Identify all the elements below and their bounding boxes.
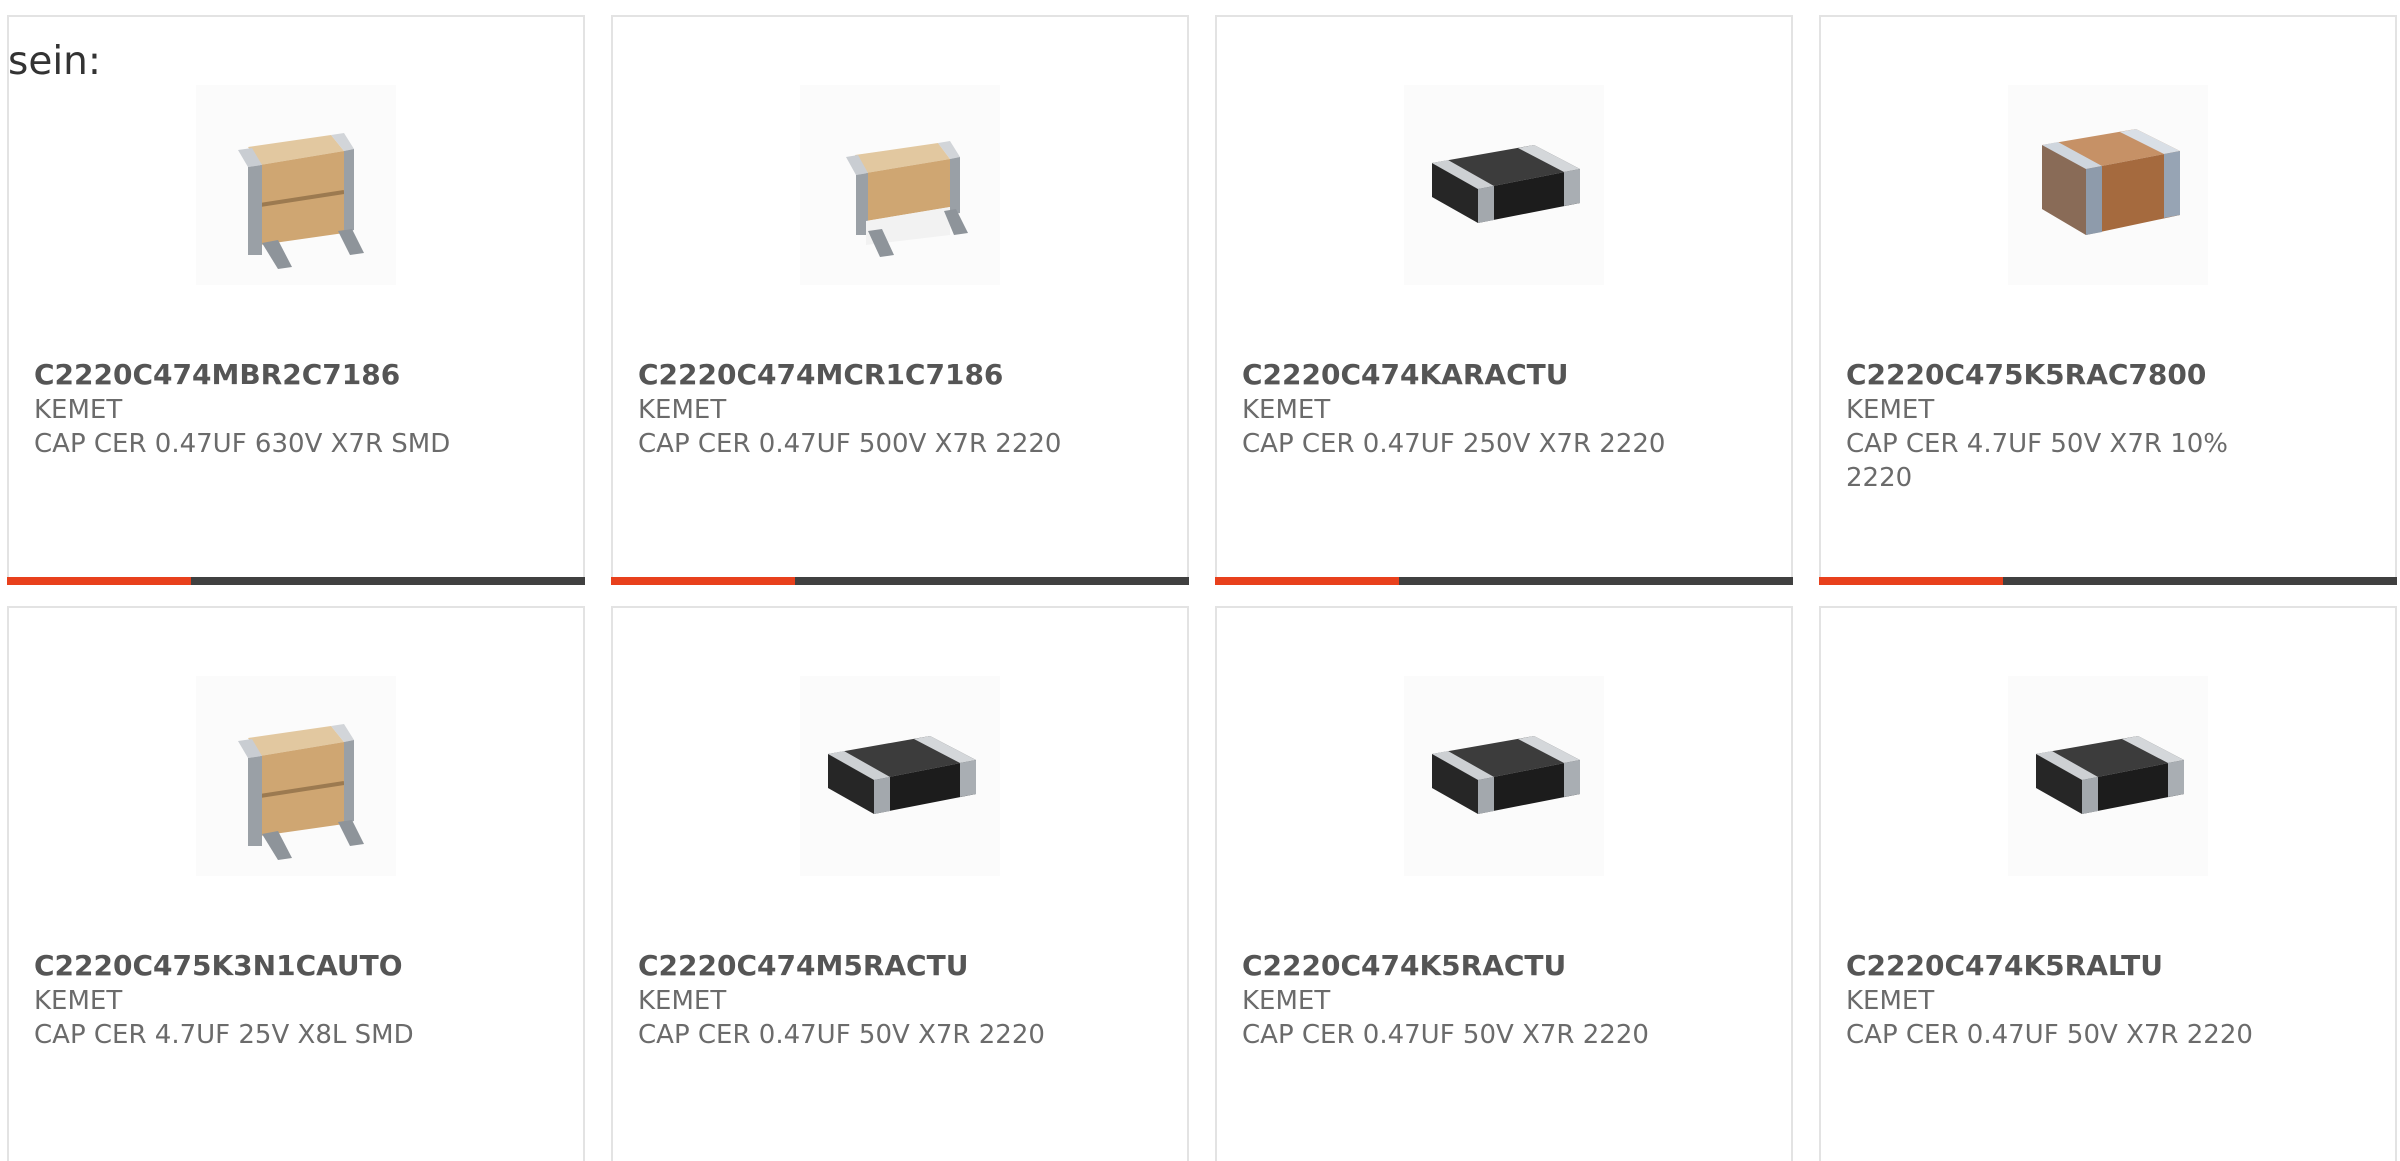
- product-manufacturer: KEMET: [1846, 986, 1935, 1016]
- product-info: C2220C474MCR1C7186 KEMET CAP CER 0.47UF …: [638, 357, 1138, 461]
- product-image[interactable]: [1404, 676, 1604, 876]
- product-part-number[interactable]: C2220C475K3N1CAUTO: [34, 948, 534, 984]
- product-part-number[interactable]: C2220C475K5RAC7800: [1846, 357, 2346, 393]
- product-manufacturer: KEMET: [34, 395, 123, 425]
- stacked-capacitor-icon: [238, 133, 364, 269]
- product-image[interactable]: [196, 676, 396, 876]
- product-info: C2220C474MBR2C7186 KEMET CAP CER 0.47UF …: [34, 357, 534, 461]
- product-manufacturer: KEMET: [638, 986, 727, 1016]
- product-card[interactable]: C2220C474MBR2C7186 KEMET CAP CER 0.47UF …: [7, 15, 585, 585]
- product-manufacturer: KEMET: [638, 395, 727, 425]
- product-card[interactable]: C2220C474KARACTU KEMET CAP CER 0.47UF 25…: [1215, 15, 1793, 585]
- black-chip-capacitor-icon: [1432, 145, 1580, 223]
- product-card[interactable]: C2220C474K5RACTU KEMET CAP CER 0.47UF 50…: [1215, 606, 1793, 1161]
- leaded-capacitor-icon: [846, 141, 968, 257]
- product-description: CAP CER 0.47UF 250V X7R 2220: [1242, 429, 1666, 459]
- product-description: CAP CER 0.47UF 50V X7R 2220: [1242, 1020, 1649, 1050]
- product-card[interactable]: C2220C474M5RACTU KEMET CAP CER 0.47UF 50…: [611, 606, 1189, 1161]
- product-image[interactable]: [1404, 85, 1604, 285]
- product-part-number[interactable]: C2220C474MCR1C7186: [638, 357, 1138, 393]
- product-description: CAP CER 0.47UF 50V X7R 2220: [1846, 1020, 2253, 1050]
- product-description: CAP CER 0.47UF 50V X7R 2220: [638, 1020, 1045, 1050]
- product-part-number[interactable]: C2220C474KARACTU: [1242, 357, 1742, 393]
- product-manufacturer: KEMET: [1242, 986, 1331, 1016]
- product-card[interactable]: C2220C475K5RAC7800 KEMET CAP CER 4.7UF 5…: [1819, 15, 2397, 585]
- product-info: C2220C474KARACTU KEMET CAP CER 0.47UF 25…: [1242, 357, 1742, 461]
- product-description: CAP CER 4.7UF 25V X8L SMD: [34, 1020, 414, 1050]
- product-part-number[interactable]: C2220C474MBR2C7186: [34, 357, 534, 393]
- card-accent-bar: [611, 577, 795, 585]
- card-bottom-bar: [611, 577, 1189, 585]
- product-info: C2220C475K3N1CAUTO KEMET CAP CER 4.7UF 2…: [34, 948, 534, 1052]
- product-image[interactable]: [800, 676, 1000, 876]
- product-card[interactable]: C2220C475K3N1CAUTO KEMET CAP CER 4.7UF 2…: [7, 606, 585, 1161]
- brown-chip-capacitor-icon: [2042, 129, 2180, 235]
- product-image[interactable]: [800, 85, 1000, 285]
- product-info: C2220C474K5RACTU KEMET CAP CER 0.47UF 50…: [1242, 948, 1742, 1052]
- product-description: CAP CER 4.7UF 50V X7R 10% 2220: [1846, 429, 2229, 493]
- card-bottom-bar: [1819, 577, 2397, 585]
- product-image[interactable]: [2008, 85, 2208, 285]
- black-chip-capacitor-icon: [2036, 736, 2184, 814]
- product-description: CAP CER 0.47UF 630V X7R SMD: [34, 429, 451, 459]
- card-accent-bar: [1215, 577, 1399, 585]
- product-image[interactable]: [196, 85, 396, 285]
- card-bottom-bar: [7, 577, 585, 585]
- product-info: C2220C474M5RACTU KEMET CAP CER 0.47UF 50…: [638, 948, 1138, 1052]
- product-grid-page: C2220C474MBR2C7186 KEMET CAP CER 0.47UF …: [0, 0, 2400, 1161]
- intro-text: sein:: [8, 39, 102, 84]
- product-manufacturer: KEMET: [34, 986, 123, 1016]
- black-chip-capacitor-icon: [828, 736, 976, 814]
- stacked-capacitor-icon: [238, 724, 364, 860]
- product-part-number[interactable]: C2220C474K5RALTU: [1846, 948, 2346, 984]
- product-info: C2220C474K5RALTU KEMET CAP CER 0.47UF 50…: [1846, 948, 2346, 1052]
- product-description: CAP CER 0.47UF 500V X7R 2220: [638, 429, 1062, 459]
- product-part-number[interactable]: C2220C474K5RACTU: [1242, 948, 1742, 984]
- product-info: C2220C475K5RAC7800 KEMET CAP CER 4.7UF 5…: [1846, 357, 2346, 495]
- card-accent-bar: [1819, 577, 2003, 585]
- card-accent-bar: [7, 577, 191, 585]
- product-manufacturer: KEMET: [1242, 395, 1331, 425]
- product-card[interactable]: C2220C474K5RALTU KEMET CAP CER 0.47UF 50…: [1819, 606, 2397, 1161]
- card-bottom-bar: [1215, 577, 1793, 585]
- product-grid: C2220C474MBR2C7186 KEMET CAP CER 0.47UF …: [0, 0, 2400, 1161]
- product-image[interactable]: [2008, 676, 2208, 876]
- product-card[interactable]: C2220C474MCR1C7186 KEMET CAP CER 0.47UF …: [611, 15, 1189, 585]
- product-manufacturer: KEMET: [1846, 395, 1935, 425]
- product-part-number[interactable]: C2220C474M5RACTU: [638, 948, 1138, 984]
- black-chip-capacitor-icon: [1432, 736, 1580, 814]
